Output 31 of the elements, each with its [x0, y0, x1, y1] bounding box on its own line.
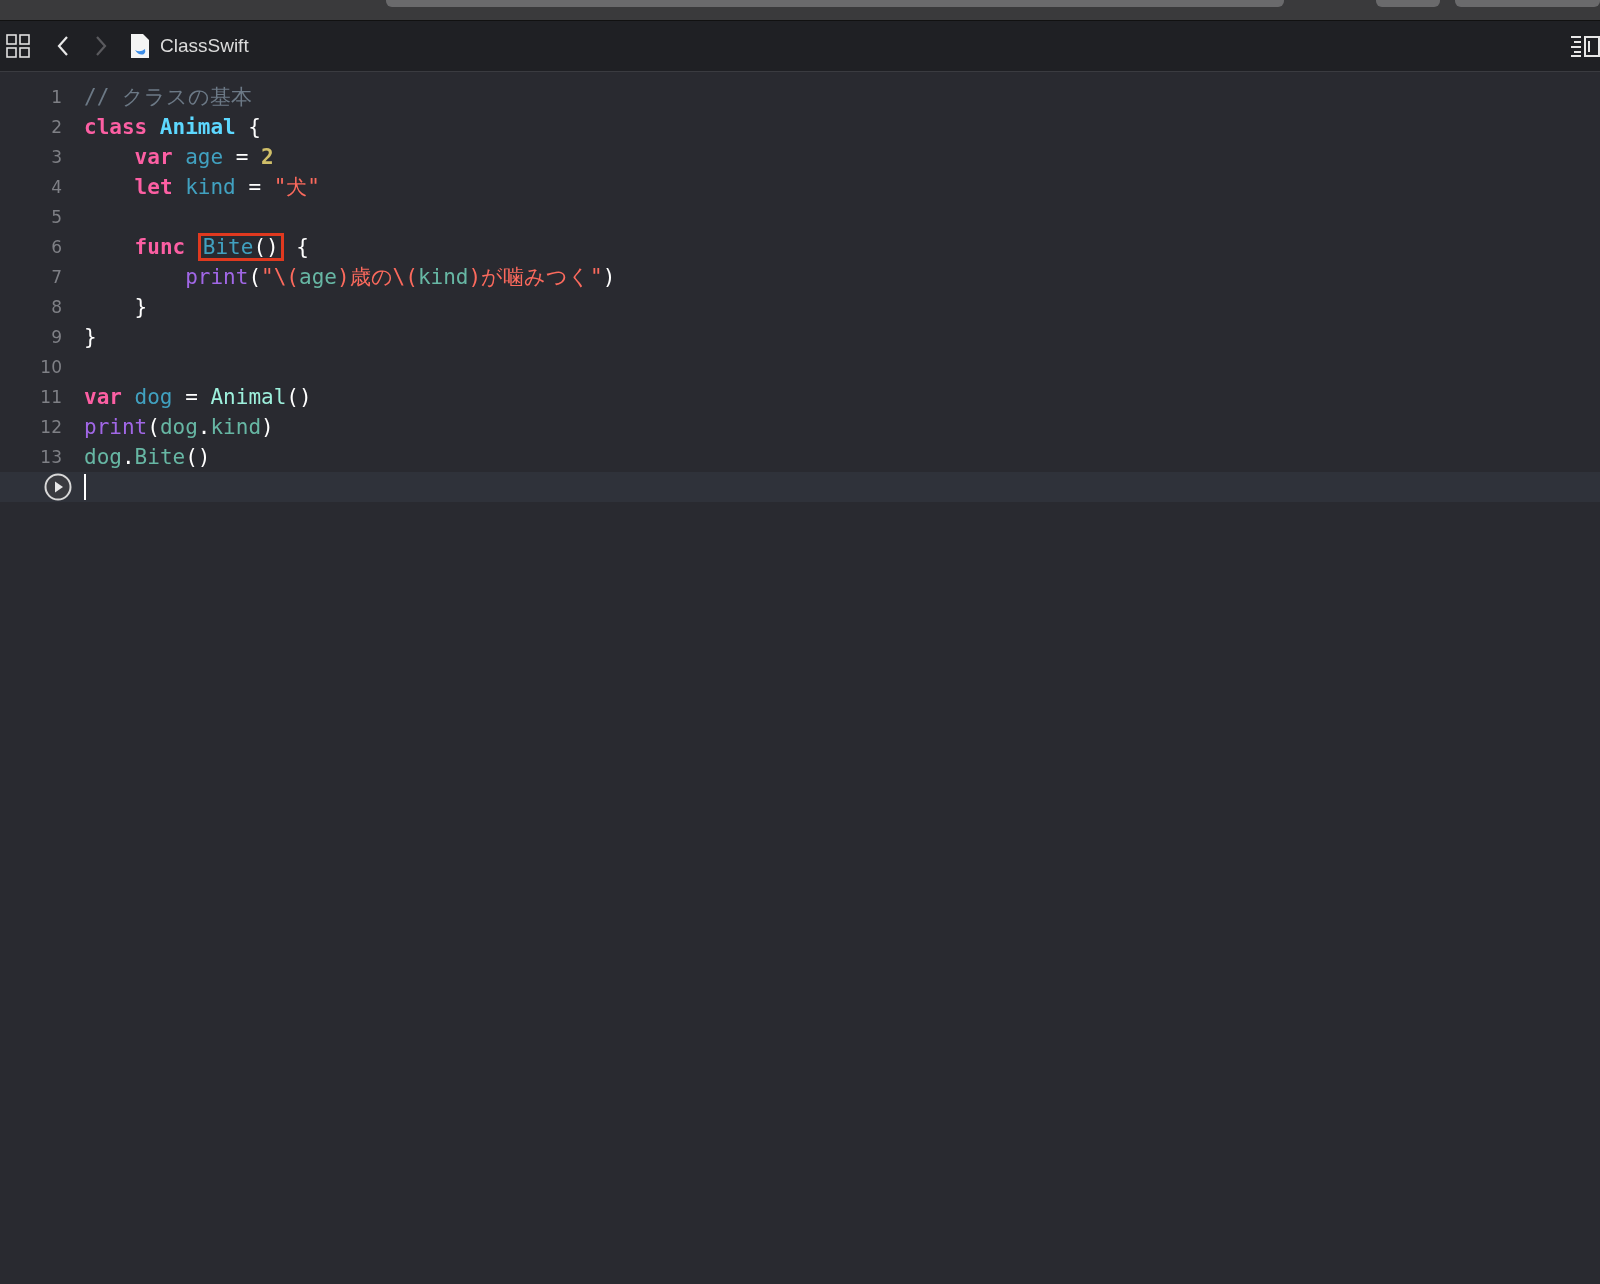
file-name[interactable]: ClassSwift — [160, 35, 249, 57]
swift-file-icon — [130, 33, 150, 59]
line-number: 10 — [40, 357, 62, 377]
grid-icon[interactable] — [6, 34, 30, 58]
code-line: print(dog.kind) — [84, 414, 274, 441]
text-cursor — [84, 474, 86, 500]
line-number: 8 — [51, 297, 62, 317]
line-number: 12 — [40, 417, 62, 437]
code-line: var age = 2 — [134, 144, 274, 171]
code-line: } — [84, 324, 97, 351]
editor-options-icon[interactable] — [1570, 34, 1600, 58]
run-icon[interactable] — [44, 473, 72, 501]
code-line: let kind = "犬" — [134, 174, 320, 201]
code-line: class Animal { — [84, 114, 261, 141]
line-number: 2 — [51, 117, 62, 137]
line-number: 13 — [40, 447, 62, 467]
code-line: // クラスの基本 — [84, 84, 252, 111]
line-number: 6 — [51, 237, 62, 257]
line-number: 9 — [51, 327, 62, 347]
back-icon[interactable] — [56, 35, 70, 57]
code-line: } — [134, 294, 148, 321]
line-number: 11 — [40, 387, 62, 407]
line-number: 7 — [51, 267, 62, 287]
code-line: var dog = Animal() — [84, 384, 312, 411]
code-line: dog.Bite() — [84, 444, 211, 471]
line-number: 5 — [51, 207, 62, 227]
line-number: 1 — [51, 87, 62, 107]
code-line: func Bite() { — [134, 232, 309, 262]
line-number: 3 — [51, 147, 62, 167]
line-number: 4 — [51, 177, 62, 197]
code-line: print("\(age)歳の\(kind)が噛みつく") — [185, 264, 616, 291]
